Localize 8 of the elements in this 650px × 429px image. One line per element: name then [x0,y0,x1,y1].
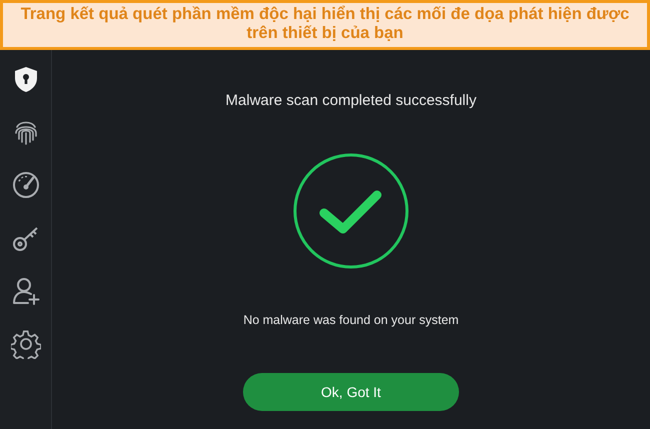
status-title: Malware scan completed successfully [226,91,476,111]
result-message: No malware was found on your system [243,312,459,329]
success-check-icon [291,150,411,270]
caption-banner: Trang kết quả quét phần mềm độc hại hiển thị các mối đe dọa phát hiện được trên thiết bị của bạn [0,0,650,50]
add-user-icon[interactable] [10,276,40,306]
speedometer-icon[interactable] [10,170,40,200]
ok-button[interactable]: Ok, Got It [243,373,459,412]
settings-icon[interactable] [10,329,40,359]
